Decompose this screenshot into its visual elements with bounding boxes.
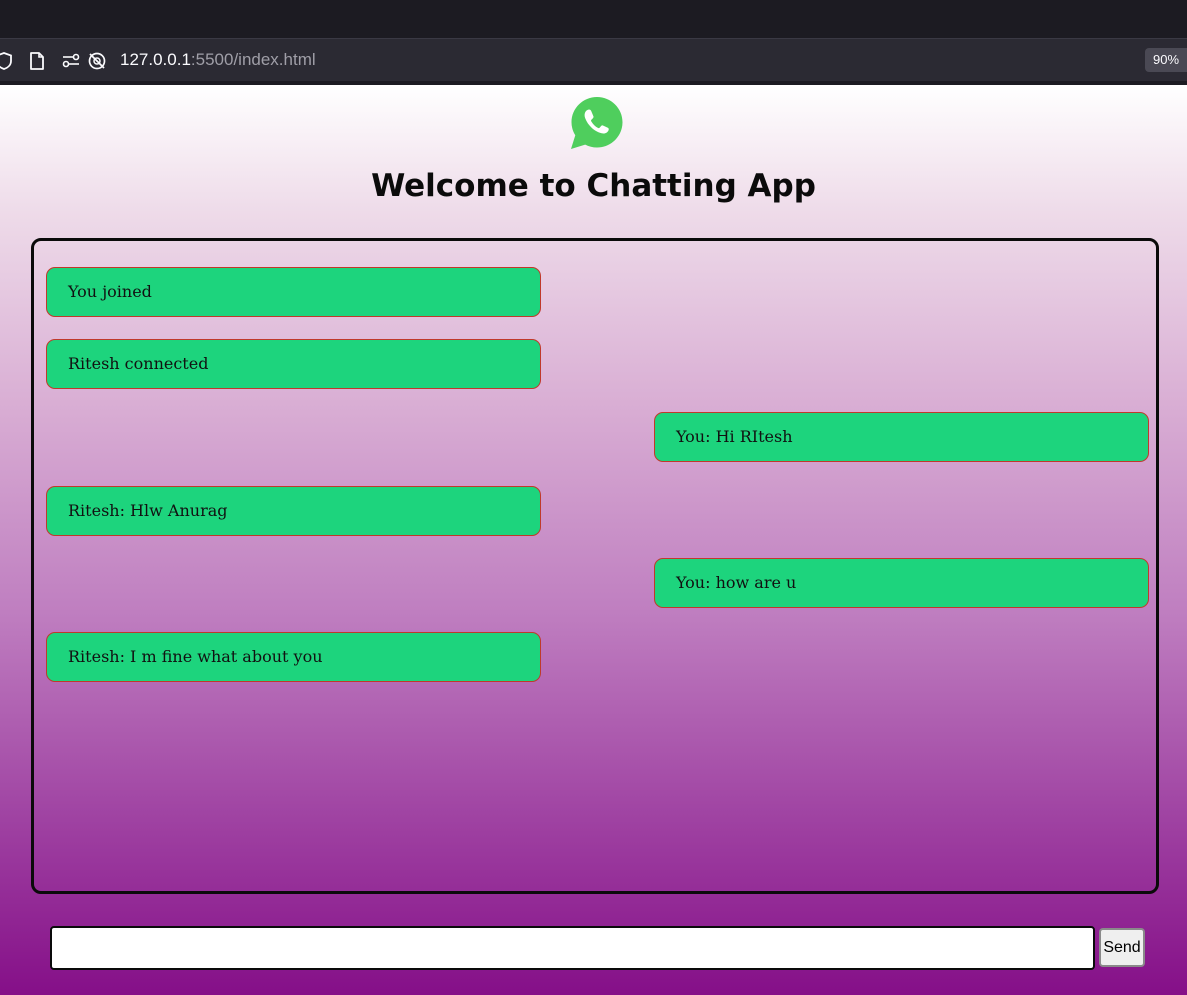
browser-url-bar[interactable]: 127.0.0.1:5500/index.html 90% [0,38,1187,82]
zoom-level-badge[interactable]: 90% [1145,48,1187,72]
tracking-off-icon[interactable] [87,51,107,71]
url-host: 127.0.0.1 [120,50,191,69]
page-icon[interactable] [27,51,47,71]
page-title: Welcome to Chatting App [371,168,816,204]
whatsapp-logo-icon [569,95,625,151]
url-path: :5500/index.html [190,50,316,69]
message-outgoing: You: how are u [654,558,1149,608]
url-text[interactable]: 127.0.0.1:5500/index.html [120,50,316,70]
message-incoming: You joined [46,267,541,317]
message-input[interactable] [50,926,1095,970]
page-viewport: Welcome to Chatting App You joined Rites… [0,85,1187,995]
send-button[interactable]: Send [1099,928,1145,967]
message-outgoing: You: Hi RItesh [654,412,1149,462]
permissions-icon[interactable] [61,51,81,71]
browser-tab-strip [0,0,1187,34]
shield-icon[interactable] [0,51,14,71]
message-incoming: Ritesh: Hlw Anurag [46,486,541,536]
message-incoming: Ritesh: I m fine what about you [46,632,541,682]
message-container: You joined Ritesh connected You: Hi RIte… [31,238,1159,894]
message-incoming: Ritesh connected [46,339,541,389]
